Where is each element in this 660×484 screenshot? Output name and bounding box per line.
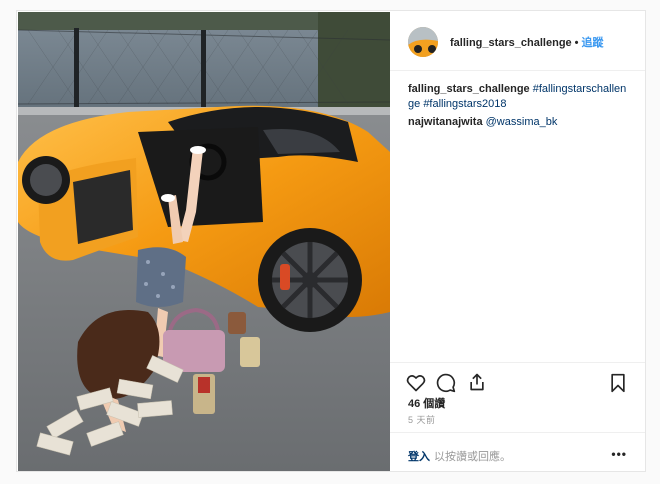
header-username[interactable]: falling_stars_challenge [450,37,572,49]
header-separator: • [574,37,579,49]
follow-button[interactable]: 追蹤 [582,37,604,49]
comment-icon[interactable] [436,373,456,393]
header-line: falling_stars_challenge • 追蹤 [450,34,604,50]
bookmark-icon[interactable] [609,373,627,393]
post-caption: falling_stars_challenge #fallingstarscha… [408,82,632,112]
like-count[interactable]: 46 個讚 [408,395,445,411]
login-link[interactable]: 登入 [408,451,430,463]
login-prompt: 登入 以按讚或回應。 [408,448,511,464]
mention-link[interactable]: @wassima_bk [486,116,558,128]
post-photo-illustration [18,12,390,471]
login-prompt-text: 以按讚或回應。 [434,451,511,463]
post-header: falling_stars_challenge • 追蹤 [390,12,645,71]
avatar[interactable] [408,27,438,57]
avatar-image [408,27,438,57]
post-photo[interactable] [18,12,390,471]
comment-username[interactable]: najwitanajwita [408,116,483,128]
comment-item: najwitanajwita @wassima_bk [408,115,632,130]
instagram-post: falling_stars_challenge • 追蹤 falling_stars… [16,10,646,472]
more-options-icon[interactable]: ••• [611,447,627,461]
post-timestamp[interactable]: 5 天前 [408,413,436,426]
comment-login-bar: 登入 以按讚或回應。 ••• [390,432,645,472]
hashtag-link[interactable]: #fallingstars2018 [423,98,506,110]
post-sidebar: falling_stars_challenge • 追蹤 falling_stars… [390,12,645,471]
share-icon[interactable] [467,372,487,392]
caption-username[interactable]: falling_stars_challenge [408,83,530,95]
heart-icon[interactable] [406,373,426,393]
